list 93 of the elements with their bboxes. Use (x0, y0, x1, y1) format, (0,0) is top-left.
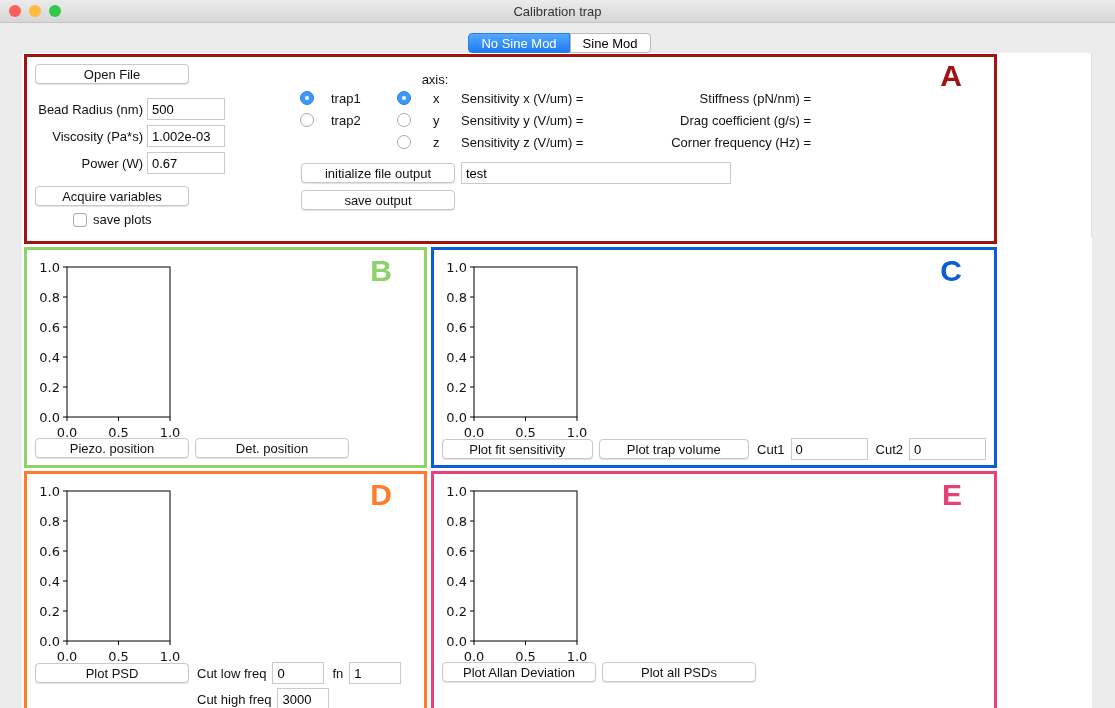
tick-label: 1.0 (39, 260, 60, 275)
field-label: Viscosity (Pa*s) (51, 128, 143, 144)
tick-label: 0.8 (446, 290, 467, 305)
input-field[interactable]: 500 (147, 98, 225, 120)
radio-button[interactable] (397, 113, 411, 127)
tick-label: 0.0 (39, 634, 60, 649)
tick-label: 0.6 (39, 320, 60, 335)
tick-label: 1.0 (159, 425, 181, 440)
sensitivity-label: Sensitivity z (V/um) = (461, 134, 585, 150)
radio-label: x (433, 90, 441, 106)
radio-label: y (433, 112, 441, 128)
plot-button[interactable]: Det. position (195, 438, 349, 458)
tick-label: 0.5 (515, 425, 536, 440)
radio-label: z (433, 134, 441, 150)
radio-label: trap2 (331, 112, 362, 128)
input-field[interactable]: 3000 (277, 688, 330, 708)
checkbox[interactable] (73, 212, 87, 227)
plot-button[interactable]: Plot Allan Deviation (442, 662, 596, 682)
tick-label: 0.0 (446, 634, 467, 649)
field-label: Cut1 (757, 441, 785, 457)
panel-letter: D (370, 478, 392, 512)
acquire-variables-button[interactable]: Acquire variables (35, 186, 189, 206)
panel-letter: A (940, 59, 962, 93)
tick-label: 0.0 (446, 410, 467, 425)
tick-label: 0.5 (108, 425, 129, 440)
sensitivity-label: Sensitivity x (V/um) = (461, 90, 585, 106)
radio-button[interactable] (300, 91, 314, 105)
result-label: Stiffness (pN/nm) = (698, 90, 811, 106)
plot-button[interactable]: Piezo. position (35, 438, 189, 458)
tick-label: 0.2 (39, 604, 60, 619)
zoom-icon[interactable] (49, 5, 61, 17)
field-label: Power (W) (80, 155, 143, 171)
input-field[interactable]: 0 (790, 438, 868, 460)
tick-label: 0.2 (446, 604, 467, 619)
tick-label: 0.0 (56, 425, 78, 440)
close-icon[interactable] (9, 5, 21, 17)
tick-label: 1.0 (159, 649, 181, 664)
tick-label: 0.4 (446, 350, 467, 365)
field-label: Cut low freq (197, 665, 267, 681)
initialize-output-button[interactable]: initialize file output (301, 163, 455, 183)
radio-button[interactable] (397, 91, 411, 105)
tick-label: 0.0 (39, 410, 60, 425)
tick-label: 1.0 (566, 649, 588, 664)
save-output-button[interactable]: save output (301, 190, 455, 210)
tick-label: 0.6 (446, 544, 467, 559)
radio-button[interactable] (397, 135, 411, 149)
panel-letter: C (940, 254, 962, 288)
minimize-icon[interactable] (29, 5, 41, 17)
input-field[interactable]: 0 (272, 662, 325, 684)
field-label: Bead Radius (nm) (37, 101, 143, 117)
tick-label: 0.0 (56, 649, 78, 664)
checkbox-label: save plots (93, 212, 152, 227)
sensitivity-label: Sensitivity y (V/um) = (461, 112, 585, 128)
input-field[interactable]: 0.67 (147, 152, 225, 174)
radio-button[interactable] (300, 113, 314, 127)
window-title: Calibration trap (513, 3, 602, 19)
tick-label: 0.2 (39, 380, 60, 395)
input-field[interactable]: 0 (909, 438, 986, 460)
tick-label: 1.0 (39, 484, 60, 499)
radio-label: trap1 (331, 90, 362, 106)
panel-letter: E (942, 478, 962, 512)
tick-label: 0.2 (446, 380, 467, 395)
output-name-field[interactable]: test (461, 162, 731, 184)
tick-label: 0.4 (39, 574, 60, 589)
field-label: fn (332, 665, 344, 681)
field-label: Cut high freq (197, 691, 272, 707)
tick-label: 0.8 (39, 290, 60, 305)
plot-button[interactable]: Plot all PSDs (602, 662, 756, 682)
tick-label: 0.4 (446, 574, 467, 589)
plot-button[interactable]: Plot trap volume (598, 439, 750, 459)
panel-letter: B (370, 254, 392, 288)
input-field[interactable]: 1 (349, 662, 402, 684)
input-field[interactable]: 1.002e-03 (147, 125, 225, 147)
tick-label: 1.0 (446, 484, 467, 499)
tick-label: 0.8 (39, 514, 60, 529)
result-label: Corner frequency (Hz) = (670, 134, 811, 150)
axis-heading: axis: (420, 71, 450, 87)
tab[interactable]: Sine Mod (569, 33, 651, 53)
plot-button[interactable]: Plot PSD (35, 663, 189, 683)
tick-label: 0.4 (39, 350, 60, 365)
plot-button[interactable]: Plot fit sensitivity (442, 439, 593, 459)
tick-label: 0.5 (108, 649, 129, 664)
tick-label: 0.6 (39, 544, 60, 559)
tick-label: 0.0 (463, 649, 485, 664)
tick-label: 0.5 (515, 649, 536, 664)
tick-label: 0.0 (463, 425, 485, 440)
field-label: Cut2 (875, 441, 903, 457)
tick-label: 1.0 (446, 260, 467, 275)
tick-label: 1.0 (566, 425, 588, 440)
tick-label: 0.6 (446, 320, 467, 335)
tick-label: 0.8 (446, 514, 467, 529)
open-file-button[interactable]: Open File (35, 64, 189, 84)
result-label: Drag coefficient (g/s) = (679, 112, 811, 128)
